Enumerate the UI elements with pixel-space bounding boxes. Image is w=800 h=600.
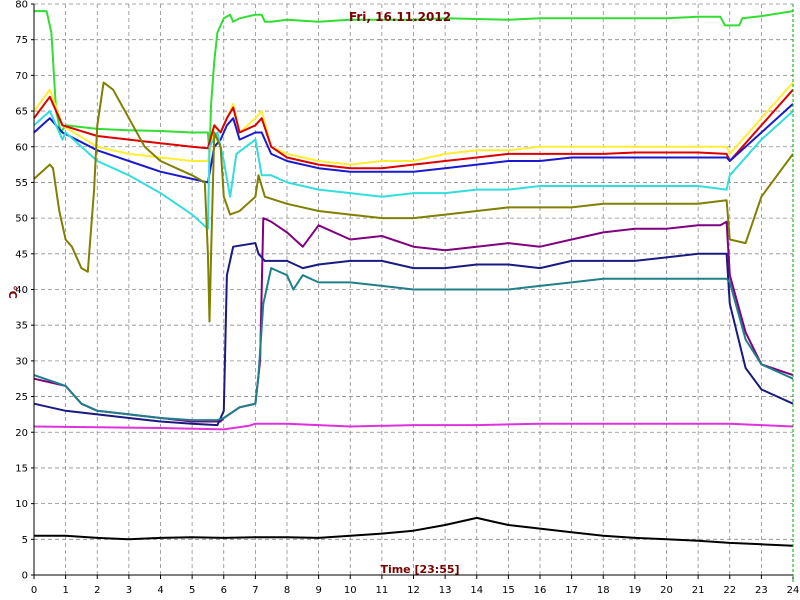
x-tick-label: 22 [723, 585, 736, 596]
x-tick-label: 14 [470, 585, 483, 596]
y-tick-label: 55 [15, 178, 28, 189]
x-axis-label: Time [23:55] [380, 563, 459, 576]
x-tick-label: 4 [157, 585, 163, 596]
x-tick-label: 16 [534, 585, 547, 596]
x-tick-label: 17 [565, 585, 578, 596]
y-tick-label: 45 [15, 249, 28, 260]
x-tick-label: 0 [31, 585, 37, 596]
x-tick-label: 24 [787, 585, 800, 596]
x-tick-label: 18 [597, 585, 610, 596]
x-tick-label: 3 [126, 585, 132, 596]
y-tick-label: 70 [15, 71, 28, 82]
chart-title: Fri, 16.11.2012 [349, 10, 451, 24]
x-tick-label: 12 [407, 585, 420, 596]
temperature-line-chart: 051015202530354045505560657075800 1 2 3 4 5 6 7… [0, 0, 800, 600]
x-tick-label: 7 [252, 585, 258, 596]
y-tick-label: 10 [15, 499, 28, 510]
x-tick-label: 21 [692, 585, 705, 596]
x-tick-label: 13 [439, 585, 452, 596]
y-tick-label: 25 [15, 392, 28, 403]
x-tick-label: 19 [629, 585, 642, 596]
chart-background [0, 0, 800, 600]
y-tick-label: 5 [22, 535, 28, 546]
y-tick-label: 60 [15, 142, 28, 153]
y-tick-label: 65 [15, 107, 28, 118]
y-tick-label: 20 [15, 428, 28, 439]
x-tick-label: 15 [502, 585, 515, 596]
x-tick-label: 9 [315, 585, 321, 596]
x-tick-label: 23 [755, 585, 768, 596]
y-tick-label: 75 [15, 35, 28, 46]
x-tick-label: 6 [221, 585, 227, 596]
y-tick-label: 15 [15, 463, 28, 474]
x-tick-label: 1 [62, 585, 68, 596]
x-tick-label: 10 [344, 585, 357, 596]
y-tick-label: 80 [15, 0, 28, 11]
y-tick-label: 50 [15, 214, 28, 225]
x-tick-label: 8 [284, 585, 290, 596]
y-tick-label: 35 [15, 321, 28, 332]
x-tick-label: 2 [94, 585, 100, 596]
y-tick-label: 0 [22, 571, 28, 582]
x-tick-label: 5 [189, 585, 195, 596]
y-tick-label: 30 [15, 356, 28, 367]
x-tick-label: 20 [660, 585, 673, 596]
x-tick-label: 11 [376, 585, 389, 596]
y-axis-label: °C [6, 285, 19, 299]
